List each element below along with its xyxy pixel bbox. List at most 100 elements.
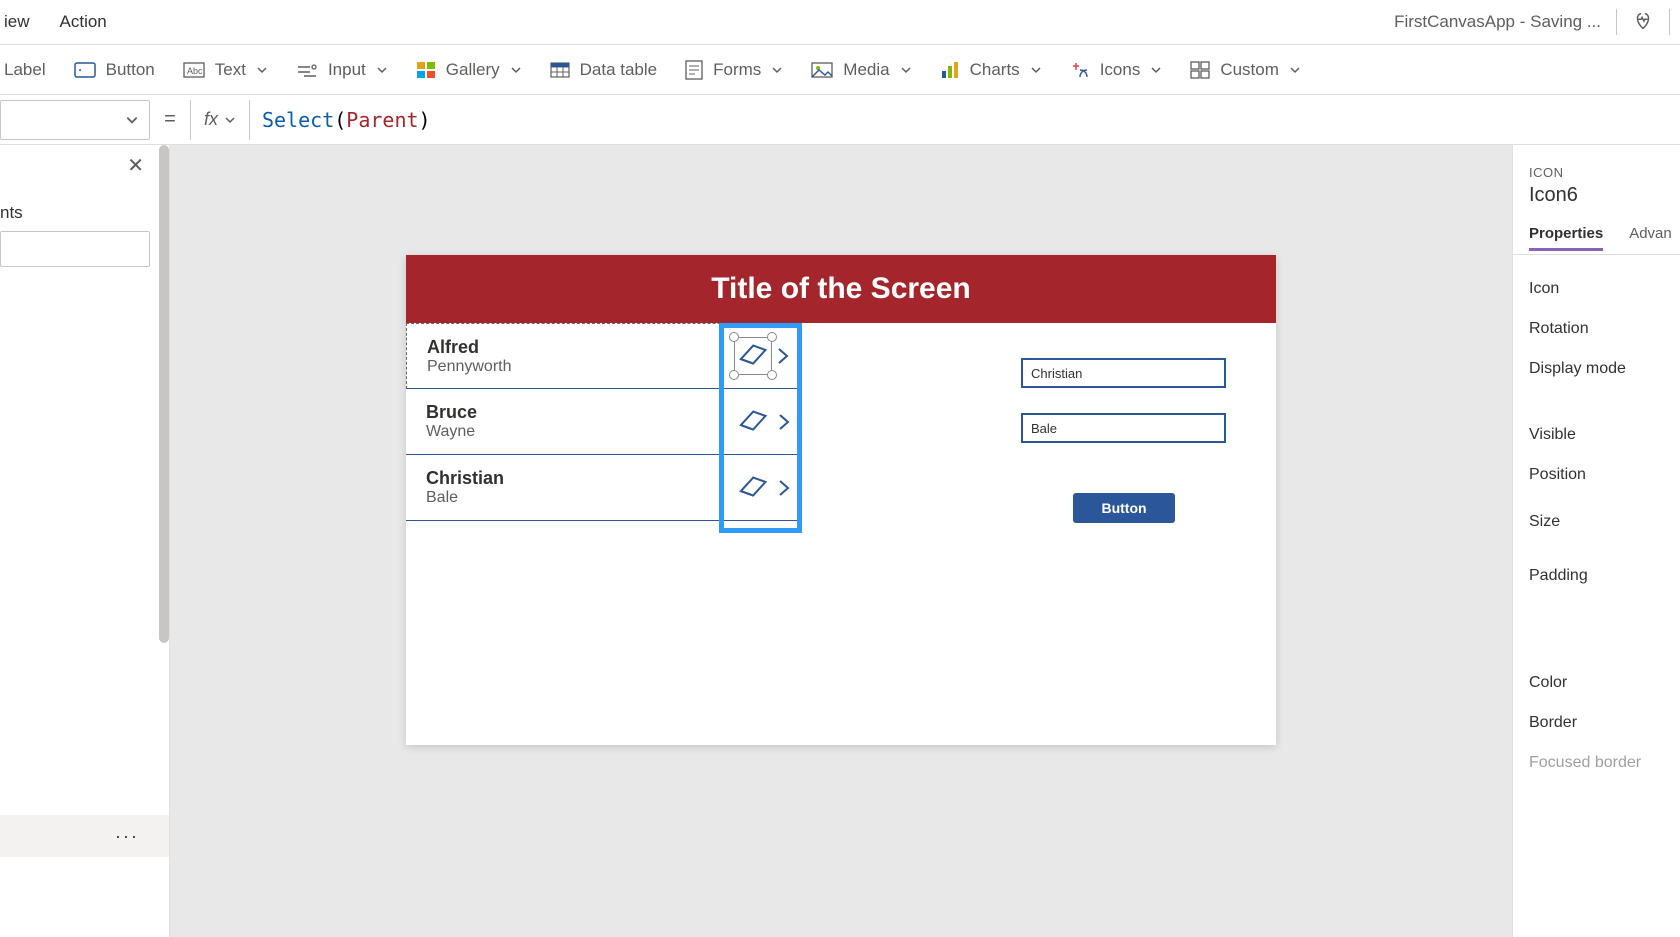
gallery-subtitle: Pennyworth — [427, 358, 512, 376]
app-title: FirstCanvasApp - Saving ... — [1394, 12, 1601, 32]
gallery-title: Christian — [426, 468, 504, 489]
tab-advanced[interactable]: Advan — [1629, 225, 1672, 251]
prop-rotation[interactable]: Rotation — [1529, 309, 1680, 349]
prop-icon[interactable]: Icon — [1529, 269, 1680, 309]
chevron-down-icon — [256, 64, 268, 76]
input-label: Input — [328, 60, 366, 80]
chevron-down-icon — [1030, 64, 1042, 76]
scrollbar[interactable] — [159, 145, 169, 643]
erase-icon[interactable] — [734, 469, 772, 507]
ribbon-input[interactable]: Input — [296, 60, 388, 80]
icons-label: Icons — [1100, 60, 1141, 80]
ribbon-media[interactable]: Media — [811, 60, 911, 80]
fx-button[interactable]: fx — [190, 100, 250, 140]
prop-focusedborder[interactable]: Focused border — [1529, 743, 1680, 783]
formula-bar: = fx Select(Parent) — [0, 95, 1680, 145]
gallery-subtitle: Wayne — [426, 423, 477, 441]
erase-icon[interactable] — [734, 337, 772, 375]
divider — [1616, 9, 1617, 35]
tree-view-pane: ✕ nts ··· — [0, 145, 170, 937]
gallery-title: Alfred — [427, 337, 512, 358]
tree-item-more[interactable]: ··· — [0, 815, 169, 857]
datatable-label: Data table — [580, 60, 658, 80]
prop-padding[interactable]: Padding — [1529, 549, 1680, 603]
chevron-down-icon — [771, 64, 783, 76]
label-label: Label — [4, 60, 46, 80]
gallery-title: Bruce — [426, 402, 477, 423]
media-icon — [811, 62, 833, 78]
prop-size[interactable]: Size — [1529, 495, 1680, 549]
prop-position[interactable]: Position — [1529, 455, 1680, 495]
custom-icon — [1190, 61, 1210, 79]
datatable-icon — [550, 62, 570, 78]
control-category: ICON — [1529, 165, 1680, 180]
properties-pane: ICON Icon6 Properties Advan Icon Rotatio… — [1512, 145, 1680, 937]
ribbon-text[interactable]: Abc Text — [183, 60, 268, 80]
chevron-right-icon[interactable] — [777, 478, 791, 498]
submit-button[interactable]: Button — [1073, 493, 1175, 523]
charts-icon — [940, 61, 960, 79]
chevron-down-icon — [224, 114, 236, 126]
insert-ribbon: Label Button Abc Text Input Gallery Data… — [0, 45, 1680, 95]
gallery-icon — [416, 61, 436, 79]
close-icon[interactable]: ✕ — [127, 153, 144, 178]
chevron-down-icon — [1150, 64, 1162, 76]
text-input-firstname[interactable]: Christian — [1021, 358, 1226, 388]
forms-label: Forms — [713, 60, 761, 80]
property-dropdown[interactable] — [0, 100, 150, 140]
divider — [1513, 254, 1680, 255]
equals-label: = — [150, 108, 190, 131]
formula-fn: Select — [262, 108, 334, 132]
gallery-subtitle: Bale — [426, 489, 504, 507]
charts-label: Charts — [970, 60, 1020, 80]
prop-border[interactable]: Border — [1529, 703, 1680, 743]
ribbon-forms[interactable]: Forms — [685, 60, 783, 80]
forms-icon — [685, 60, 703, 80]
gallery[interactable]: Alfred Pennyworth Bruce Wayne — [406, 323, 801, 523]
gallery-label: Gallery — [446, 60, 500, 80]
text-label: Text — [215, 60, 246, 80]
fx-label: fx — [204, 109, 218, 130]
formula-input[interactable]: Select(Parent) — [250, 108, 431, 132]
formula-arg: Parent — [346, 108, 418, 132]
control-name[interactable]: Icon6 — [1529, 184, 1680, 207]
prop-displaymode[interactable]: Display mode — [1529, 349, 1680, 389]
search-input[interactable] — [0, 231, 150, 267]
button-label: Button — [106, 60, 155, 80]
custom-label: Custom — [1220, 60, 1279, 80]
ribbon-icons[interactable]: Icons — [1070, 60, 1163, 80]
menu-action[interactable]: Action — [60, 12, 107, 32]
formula-paren: ( — [334, 108, 346, 132]
app-canvas[interactable]: Title of the Screen Alfred Pennyworth — [406, 255, 1276, 745]
icons-icon — [1070, 60, 1090, 80]
chevron-down-icon — [376, 64, 388, 76]
screen-title: Title of the Screen — [406, 255, 1276, 323]
chevron-down-icon — [900, 64, 912, 76]
app-checker-icon[interactable] — [1632, 11, 1654, 33]
ribbon-custom[interactable]: Custom — [1190, 60, 1301, 80]
button-icon — [74, 62, 96, 78]
media-label: Media — [843, 60, 889, 80]
tab-properties[interactable]: Properties — [1529, 225, 1603, 251]
ribbon-button[interactable]: Button — [74, 60, 155, 80]
ribbon-charts[interactable]: Charts — [940, 60, 1042, 80]
ribbon-gallery[interactable]: Gallery — [416, 60, 522, 80]
prop-color[interactable]: Color — [1529, 663, 1680, 703]
canvas-area[interactable]: Title of the Screen Alfred Pennyworth — [170, 145, 1512, 937]
prop-visible[interactable]: Visible — [1529, 415, 1680, 455]
ribbon-label[interactable]: Label — [4, 60, 46, 80]
input-icon — [296, 61, 318, 79]
chevron-down-icon — [125, 113, 139, 127]
erase-icon[interactable] — [734, 403, 772, 441]
components-label: nts — [0, 203, 169, 223]
chevron-right-icon[interactable] — [776, 346, 790, 366]
formula-paren: ) — [419, 108, 431, 132]
chevron-right-icon[interactable] — [777, 412, 791, 432]
menu-view[interactable]: iew — [4, 12, 30, 32]
svg-text:Abc: Abc — [187, 66, 203, 76]
top-menu-bar: iew Action FirstCanvasApp - Saving ... — [0, 0, 1680, 45]
divider — [1669, 9, 1670, 35]
ribbon-datatable[interactable]: Data table — [550, 60, 658, 80]
text-icon: Abc — [183, 62, 205, 78]
text-input-lastname[interactable]: Bale — [1021, 413, 1226, 443]
